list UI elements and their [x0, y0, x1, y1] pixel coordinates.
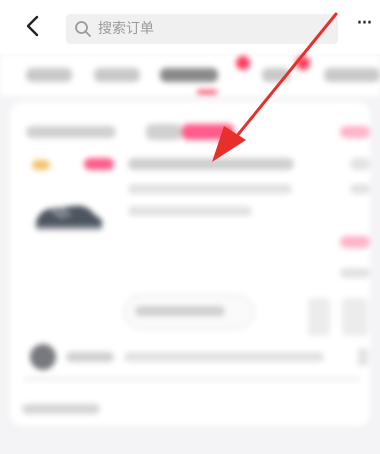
- search-icon: [75, 21, 91, 37]
- blurred-order-content: [0, 54, 380, 454]
- store-name: [26, 126, 116, 138]
- total-label: [340, 268, 370, 278]
- order-status: [340, 126, 370, 138]
- chevron-left-icon[interactable]: [22, 14, 46, 38]
- tab-4[interactable]: [262, 68, 290, 82]
- flag-tag-2: [84, 158, 114, 170]
- product-title: [128, 158, 294, 170]
- shop-chevron[interactable]: [358, 348, 368, 366]
- tab-3[interactable]: [160, 68, 218, 82]
- search-placeholder: 搜索订单: [98, 21, 154, 37]
- footer-text: [22, 404, 100, 414]
- tab-1[interactable]: [26, 68, 72, 82]
- promo-tag: [182, 124, 234, 140]
- order-card[interactable]: [10, 102, 370, 426]
- action-side-2[interactable]: [342, 298, 368, 336]
- divider: [24, 378, 360, 380]
- search-input[interactable]: 搜索订单: [66, 14, 338, 44]
- product-shoe-image: [36, 205, 102, 230]
- tab-badge: [296, 56, 310, 70]
- store-tag: [146, 124, 182, 140]
- more-icon[interactable]: ···: [356, 13, 380, 36]
- total-price: [340, 236, 370, 248]
- top-navigation-bar: 搜索订单 ···: [0, 0, 380, 54]
- qty-1: [350, 184, 370, 194]
- shop-info: [124, 352, 324, 362]
- tab-2[interactable]: [94, 68, 140, 82]
- shop-name: [66, 352, 114, 362]
- price-1: [350, 158, 370, 170]
- action-side-1[interactable]: [308, 298, 330, 336]
- product-service: [128, 206, 252, 216]
- order-tabs: [0, 54, 380, 96]
- tab-5[interactable]: [324, 68, 380, 82]
- product-spec: [128, 184, 292, 194]
- order-action-button[interactable]: [124, 294, 254, 330]
- tab-badge: [236, 56, 250, 70]
- active-tab-indicator: [197, 90, 217, 94]
- order-action-label: [135, 306, 225, 316]
- flag-tag-1: [32, 160, 50, 170]
- shop-avatar: [30, 344, 56, 370]
